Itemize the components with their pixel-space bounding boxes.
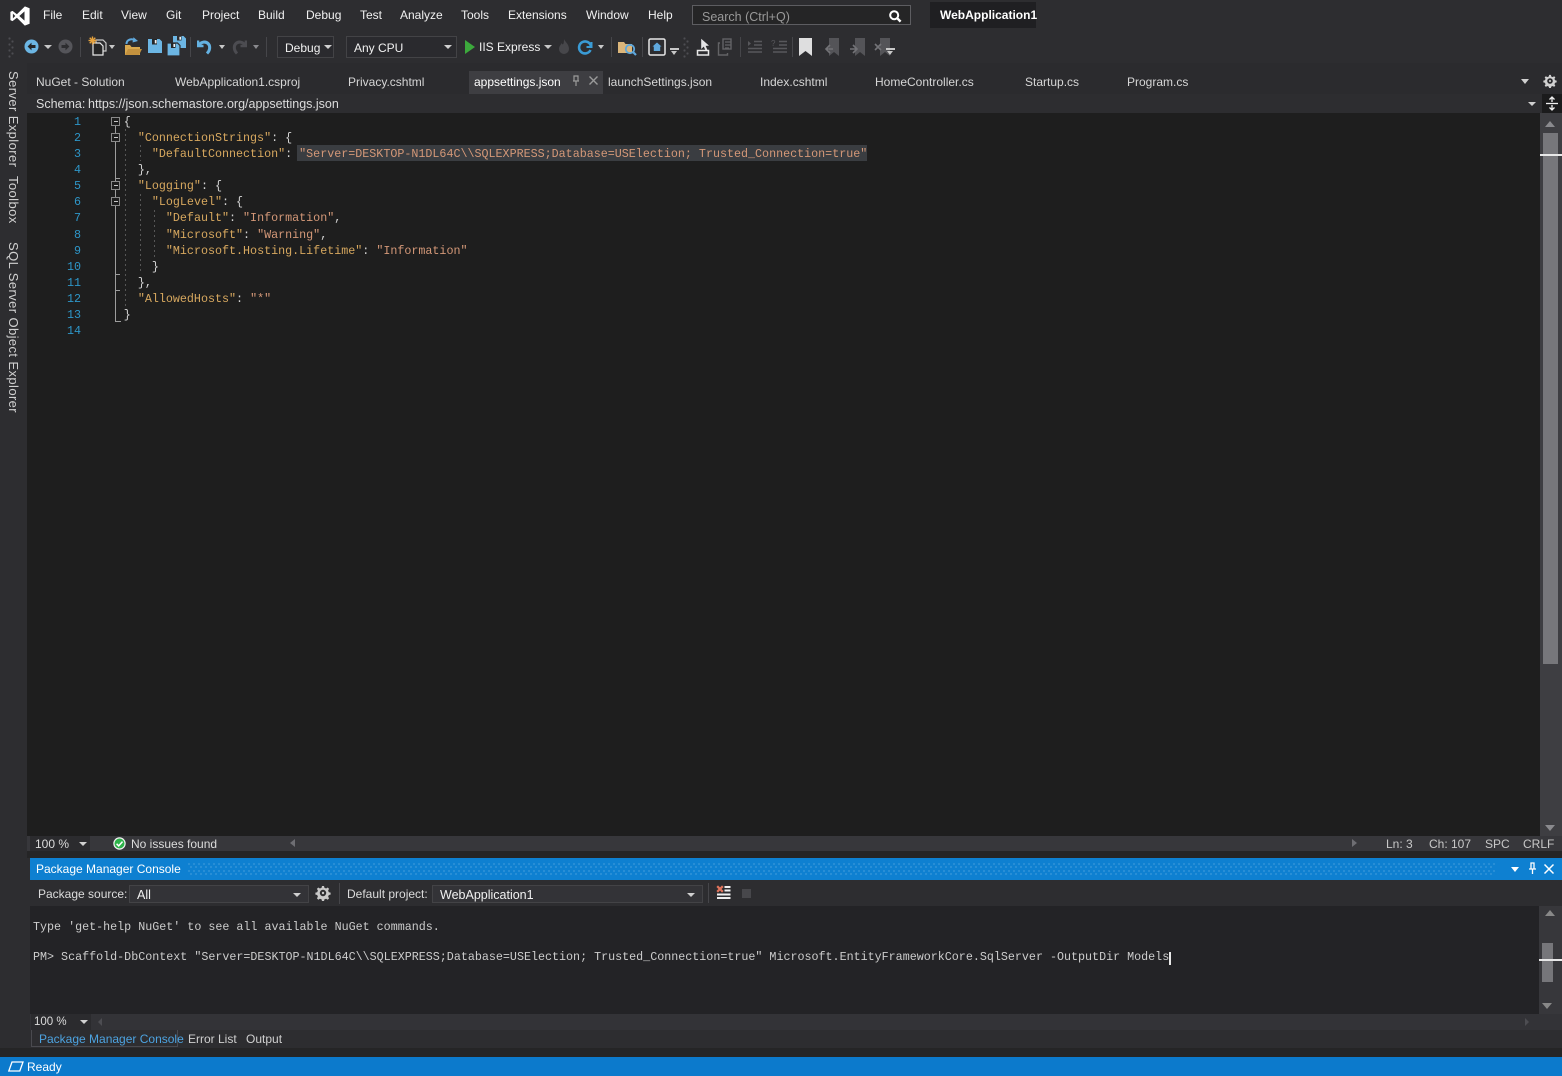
svg-text:?: ? (771, 39, 776, 48)
